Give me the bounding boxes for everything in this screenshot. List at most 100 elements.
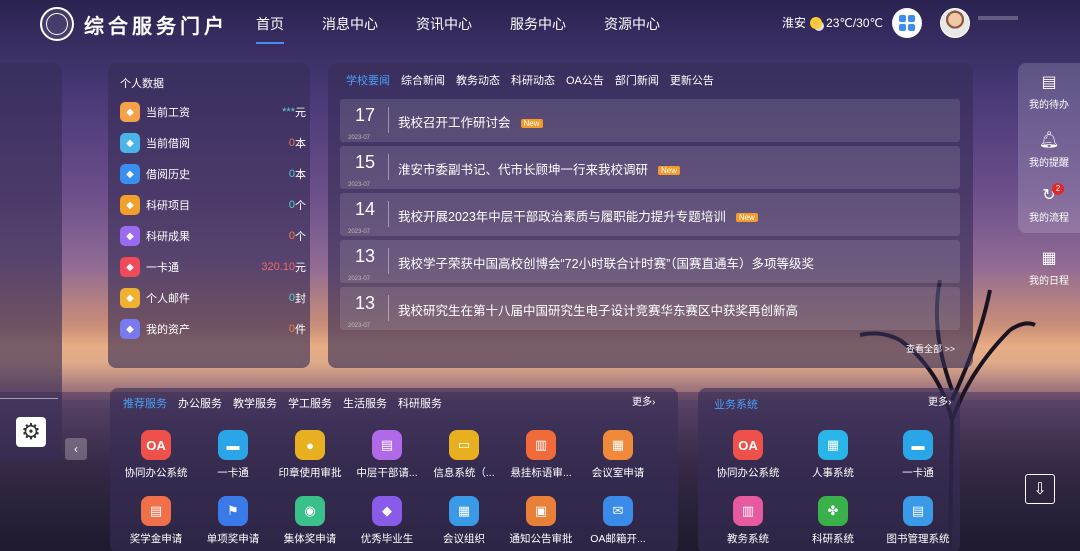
news-day: 15	[354, 152, 376, 172]
app-icon: ✉	[603, 496, 633, 526]
app-tile[interactable]: ▥ 教务系统	[710, 496, 786, 546]
news-tabs: 学校要闻 综合新闻 教务动态 科研动态 OA公告 部门新闻 更新公告	[346, 72, 725, 88]
services-more-link[interactable]: 更多›	[632, 393, 655, 408]
rail-todo[interactable]: ▤ 我的待办	[1018, 72, 1080, 111]
news-tab-updates[interactable]: 更新公告	[670, 72, 714, 88]
news-tab-research[interactable]: 科研动态	[511, 72, 555, 88]
personal-data-icon: ◆	[120, 133, 140, 153]
app-icon: ▥	[526, 430, 556, 460]
news-tab-department[interactable]: 部门新闻	[615, 72, 659, 88]
personal-data-icon: ◆	[120, 102, 140, 122]
rail-schedule[interactable]: ▦ 我的日程	[1018, 248, 1080, 287]
personal-data-row[interactable]: ◆ 科研项目 0 个	[120, 194, 306, 216]
personal-data-row[interactable]: ◆ 一卡通 320.10 元	[120, 256, 306, 278]
app-tile[interactable]: ▦ 会议室申请	[580, 430, 656, 480]
news-title: 我校开展2023年中层干部政治素质与履职能力提升专题培训 New	[398, 206, 758, 225]
app-tile[interactable]: ▭ 信息系统（...	[426, 430, 502, 480]
svc-tab-student[interactable]: 学工服务	[288, 395, 332, 411]
nav-resources[interactable]: 资源中心	[604, 14, 660, 44]
user-avatar[interactable]	[940, 8, 970, 38]
nav-services[interactable]: 服务中心	[510, 14, 566, 44]
calendar-icon: ▦	[1041, 250, 1057, 267]
app-label: 协同办公系统	[124, 467, 188, 479]
rail-remind[interactable]: 🔔︎ 我的提醒	[1018, 130, 1080, 169]
rail-schedule-label: 我的日程	[1029, 276, 1069, 287]
news-year-month: 2023-07	[348, 229, 371, 235]
app-tile[interactable]: ▣ 通知公告审批	[503, 496, 579, 546]
app-tile[interactable]: ▦ 人事系统	[795, 430, 871, 480]
app-tile[interactable]: ▤ 中层干部请...	[349, 430, 425, 480]
business-more-link[interactable]: 更多›	[928, 393, 951, 408]
personal-data-title: 个人数据	[120, 78, 164, 90]
settings-button[interactable]: ⚙	[16, 417, 46, 447]
app-tile[interactable]: ◆ 优秀毕业生	[349, 496, 425, 546]
app-tile[interactable]: ▦ 会议组织	[426, 496, 502, 546]
nav-messages[interactable]: 消息中心	[322, 14, 378, 44]
personal-data-icon: ◆	[120, 319, 140, 339]
svc-tab-life[interactable]: 生活服务	[343, 395, 387, 411]
personal-data-icon: ◆	[120, 164, 140, 184]
personal-data-label: 科研项目	[146, 200, 190, 212]
personal-data-row[interactable]: ◆ 借阅历史 0 本	[120, 163, 306, 185]
news-tab-school[interactable]: 学校要闻	[346, 72, 390, 88]
app-tile[interactable]: ▤ 图书管理系统	[880, 496, 956, 546]
rail-flow[interactable]: ↻ 2 我的流程	[1018, 183, 1080, 224]
personal-data-icon: ◆	[120, 195, 140, 215]
news-item[interactable]: 15 2023-07 淮安市委副书记、代市长顾坤一行来我校调研 New	[340, 146, 960, 189]
personal-data-row[interactable]: ◆ 我的资产 0 件	[120, 318, 306, 340]
app-icon: ▤	[372, 430, 402, 460]
app-tile[interactable]: ▤ 奖学金申请	[118, 496, 194, 546]
nav-news[interactable]: 资讯中心	[416, 14, 472, 44]
app-tile[interactable]: ✉ OA邮箱开...	[580, 496, 656, 546]
app-label: 印章使用审批	[278, 467, 342, 479]
app-tile[interactable]: ▬ 一卡通	[195, 430, 271, 480]
app-label: 协同办公系统	[716, 467, 780, 479]
collapse-button[interactable]: ‹	[65, 438, 87, 460]
app-grid-button[interactable]	[892, 8, 922, 38]
svc-tab-teaching[interactable]: 教学服务	[233, 395, 277, 411]
svc-tab-office[interactable]: 办公服务	[178, 395, 222, 411]
news-item[interactable]: 17 2023-07 我校召开工作研讨会 New	[340, 99, 960, 142]
weather-city: 淮安	[782, 16, 807, 30]
svc-tab-recommended[interactable]: 推荐服务	[123, 395, 167, 411]
news-item[interactable]: 13 2023-07 我校研究生在第十八届中国研究生电子设计竞赛华东赛区中获奖再创新…	[340, 287, 960, 330]
app-icon: ◆	[372, 496, 402, 526]
nav-home[interactable]: 首页	[256, 14, 284, 44]
download-button[interactable]: ⇩	[1025, 474, 1055, 504]
new-badge: New	[735, 213, 758, 223]
personal-data-label: 科研成果	[146, 231, 190, 243]
news-title: 我校研究生在第十八届中国研究生电子设计竞赛华东赛区中获奖再创新高	[398, 304, 799, 318]
app-tile[interactable]: ◉ 集体奖申请	[272, 496, 348, 546]
news-year-month: 2023-07	[348, 323, 371, 329]
news-year-month: 2023-07	[348, 135, 371, 141]
school-logo[interactable]	[40, 7, 74, 41]
sidebar-divider	[0, 398, 58, 399]
app-tile[interactable]: OA 协同办公系统	[710, 430, 786, 480]
news-item[interactable]: 14 2023-07 我校开展2023年中层干部政治素质与履职能力提升专题培训 New	[340, 193, 960, 236]
app-icon: ●	[295, 430, 325, 460]
personal-data-label: 当前工资	[146, 107, 190, 119]
app-tile[interactable]: ▥ 悬挂标语审...	[503, 430, 579, 480]
news-title: 我校学子荣获中国高校创博会“72小时联合计时赛”（国赛直通车）多项等级奖	[398, 257, 814, 271]
app-tile[interactable]: OA 协同办公系统	[118, 430, 194, 480]
app-tile[interactable]: ▬ 一卡通	[880, 430, 956, 480]
personal-data-row[interactable]: ◆ 当前借阅 0 本	[120, 132, 306, 154]
app-label: 科研系统	[812, 533, 854, 545]
personal-data-row[interactable]: ◆ 当前工资 *** 元	[120, 101, 306, 123]
news-day: 17	[354, 105, 376, 125]
news-tab-academic[interactable]: 教务动态	[456, 72, 500, 88]
app-tile[interactable]: ⚑ 单项奖申请	[195, 496, 271, 546]
weather-temp: 23℃/30℃	[826, 15, 883, 30]
view-all-link[interactable]: 查看全部 >>	[906, 342, 955, 355]
app-tile[interactable]: ● 印章使用审批	[272, 430, 348, 480]
app-tile[interactable]: ✤ 科研系统	[795, 496, 871, 546]
news-item[interactable]: 13 2023-07 我校学子荣获中国高校创博会“72小时联合计时赛”（国赛直通车）…	[340, 240, 960, 283]
personal-data-unit: 件	[295, 324, 306, 336]
svc-tab-research[interactable]: 科研服务	[398, 395, 442, 411]
news-tab-general[interactable]: 综合新闻	[401, 72, 445, 88]
flow-count-badge: 2	[1052, 183, 1064, 195]
personal-data-row[interactable]: ◆ 个人邮件 0 封	[120, 287, 306, 309]
business-title: 业务系统	[714, 399, 758, 411]
personal-data-row[interactable]: ◆ 科研成果 0 个	[120, 225, 306, 247]
news-tab-oa[interactable]: OA公告	[566, 72, 604, 88]
